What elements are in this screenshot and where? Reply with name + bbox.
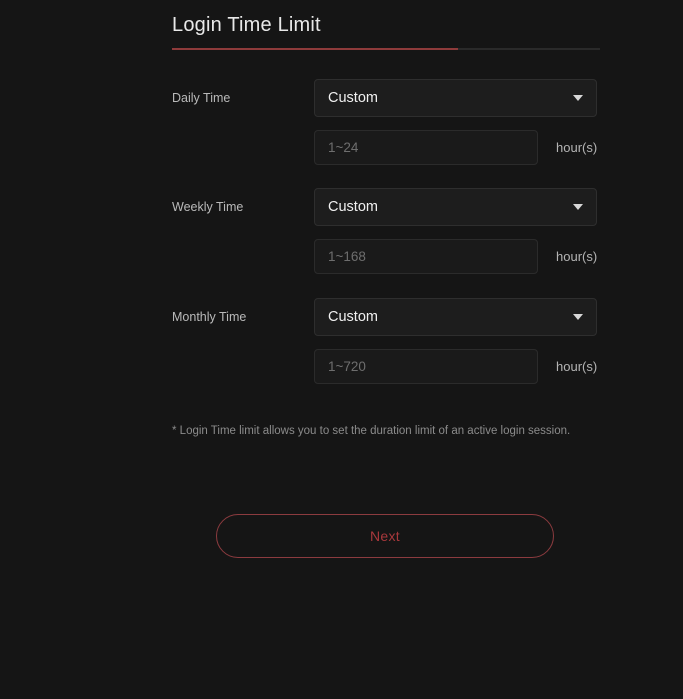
select-daily-time[interactable]: Custom — [314, 79, 597, 117]
select-monthly-time[interactable]: Custom — [314, 298, 597, 336]
select-weekly-time-value: Custom — [328, 199, 378, 215]
input-monthly-time-placeholder: 1~720 — [328, 359, 366, 374]
input-daily-time-placeholder: 1~24 — [328, 140, 359, 155]
form-row-monthly-time: Monthly Time Custom 1~720 hour(s) — [0, 298, 683, 392]
select-daily-time-value: Custom — [328, 90, 378, 106]
chevron-down-icon — [573, 314, 583, 320]
unit-daily-time: hour(s) — [556, 140, 598, 155]
select-weekly-time[interactable]: Custom — [314, 188, 597, 226]
label-daily-time: Daily Time — [172, 91, 231, 105]
title-divider-accent — [172, 48, 458, 50]
input-weekly-time-placeholder: 1~168 — [328, 249, 366, 264]
form-row-weekly-time: Weekly Time Custom 1~168 hour(s) — [0, 188, 683, 282]
title-divider — [172, 48, 600, 50]
page-title: Login Time Limit — [172, 14, 321, 36]
form-note: * Login Time limit allows you to set the… — [172, 425, 571, 437]
input-daily-time[interactable]: 1~24 — [314, 130, 538, 165]
page-title-block: Login Time Limit — [172, 12, 600, 38]
unit-monthly-time: hour(s) — [556, 359, 598, 374]
login-time-limit-page: Login Time Limit Daily Time Custom 1~24 … — [0, 0, 683, 699]
input-monthly-time[interactable]: 1~720 — [314, 349, 538, 384]
chevron-down-icon — [573, 204, 583, 210]
next-button[interactable]: Next — [216, 514, 554, 558]
select-monthly-time-value: Custom — [328, 309, 378, 325]
unit-weekly-time: hour(s) — [556, 249, 598, 264]
input-weekly-time[interactable]: 1~168 — [314, 239, 538, 274]
chevron-down-icon — [573, 95, 583, 101]
form-row-daily-time: Daily Time Custom 1~24 hour(s) — [0, 79, 683, 173]
label-monthly-time: Monthly Time — [172, 310, 247, 324]
label-weekly-time: Weekly Time — [172, 200, 244, 214]
